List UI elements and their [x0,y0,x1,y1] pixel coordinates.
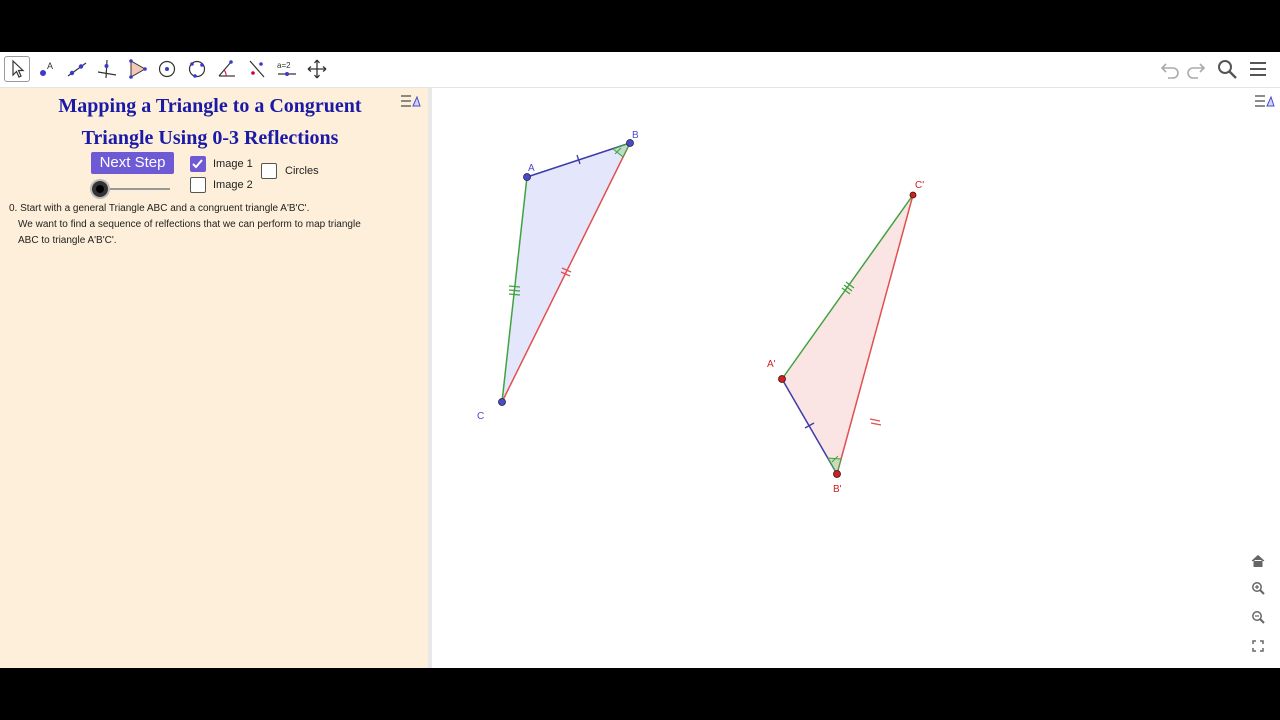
undo-button[interactable] [1158,57,1182,81]
circle-tool[interactable] [154,56,180,82]
image1-label: Image 1 [213,158,253,170]
step-line-3: ABC to triangle A'B'C'. [18,235,117,246]
step-line-1: 0. Start with a general Triangle ABC and… [9,203,310,214]
step-slider-track[interactable] [100,188,170,190]
search-icon [1218,60,1237,79]
line-tool[interactable] [64,56,90,82]
perpendicular-line-tool[interactable] [94,56,120,82]
point-tool-label: A [47,61,53,71]
point-b1[interactable] [833,470,841,478]
reflect-tool[interactable] [244,56,270,82]
fullscreen-button[interactable] [1248,636,1268,656]
triangle-a1b1c1[interactable] [782,195,913,474]
step-description: 0. Start with a general Triangle ABC and… [9,201,414,249]
title-line-1: Mapping a Triangle to a Congruent [58,95,362,117]
polygon-icon [129,59,147,79]
checkmark-icon [192,159,203,169]
slider-tool-label: a=2 [277,61,291,70]
redo-icon [1187,63,1206,79]
reflect-line-icon [249,60,265,78]
circles-label: Circles [285,165,319,177]
slider-tool[interactable]: a=2 [274,56,300,82]
angle-tool[interactable] [214,56,240,82]
slider-icon: a=2 [277,61,296,76]
zoom-out-icon [1252,611,1265,624]
point-tool[interactable]: A [34,56,60,82]
move-tool[interactable] [4,56,30,82]
geometry-canvas: A B C A' B' C' [477,130,924,495]
search-button[interactable] [1215,57,1239,81]
label-a1: A' [767,359,776,370]
move-view-tool[interactable] [304,56,330,82]
perpendicular-icon [97,59,117,79]
toolbar: A a=2 [0,52,1280,88]
cursor-arrow-icon [12,59,25,78]
title-line-2: Triangle Using 0-3 Reflections [81,127,339,149]
home-icon [1251,554,1265,567]
label-c: C [477,411,484,422]
line-icon [67,62,87,77]
redo-button[interactable] [1184,57,1208,81]
zoom-out-button[interactable] [1248,607,1268,627]
image2-checkbox[interactable] [190,177,206,193]
point-c1[interactable] [909,191,917,199]
left-panel: Mapping a Triangle to a Congruent Triang… [0,88,428,668]
image2-label: Image 2 [213,179,253,191]
image1-checkbox[interactable] [190,156,206,172]
tick-b1c1 [869,418,882,426]
circle-three-points-tool[interactable] [184,56,210,82]
step-slider-handle[interactable] [92,181,108,197]
point-a-icon: A [40,61,53,76]
undo-icon [1160,63,1179,79]
zoom-in-icon [1252,582,1265,595]
graphics-view[interactable]: A B C A' B' C' [432,88,1280,668]
menu-icon [1250,62,1266,76]
style-bar-toggle-left[interactable] [398,90,422,112]
label-c1: C' [915,180,924,191]
point-c[interactable] [498,398,506,406]
circle-points-icon [188,60,206,78]
angle-icon [218,60,235,77]
home-button[interactable] [1248,551,1268,571]
fullscreen-icon [1252,640,1264,652]
step-line-2: We want to find a sequence of relfection… [18,219,361,230]
style-bar-icon [401,95,421,107]
next-step-button[interactable]: Next Step [91,152,174,174]
point-a[interactable] [523,173,531,181]
zoom-in-button[interactable] [1248,578,1268,598]
polygon-tool[interactable] [124,56,150,82]
point-a1[interactable] [778,375,786,383]
label-a: A [528,163,535,174]
page-title: Mapping a Triangle to a Congruent Triang… [10,90,410,154]
menu-button[interactable] [1246,57,1270,81]
move-view-icon [307,59,327,79]
label-b1: B' [833,484,842,495]
label-b: B [632,130,639,141]
circle-center-icon [158,60,176,78]
circles-checkbox[interactable] [261,163,277,179]
geogebra-app: A a=2 Mapping a Triangle to a Congruent … [0,52,1280,668]
